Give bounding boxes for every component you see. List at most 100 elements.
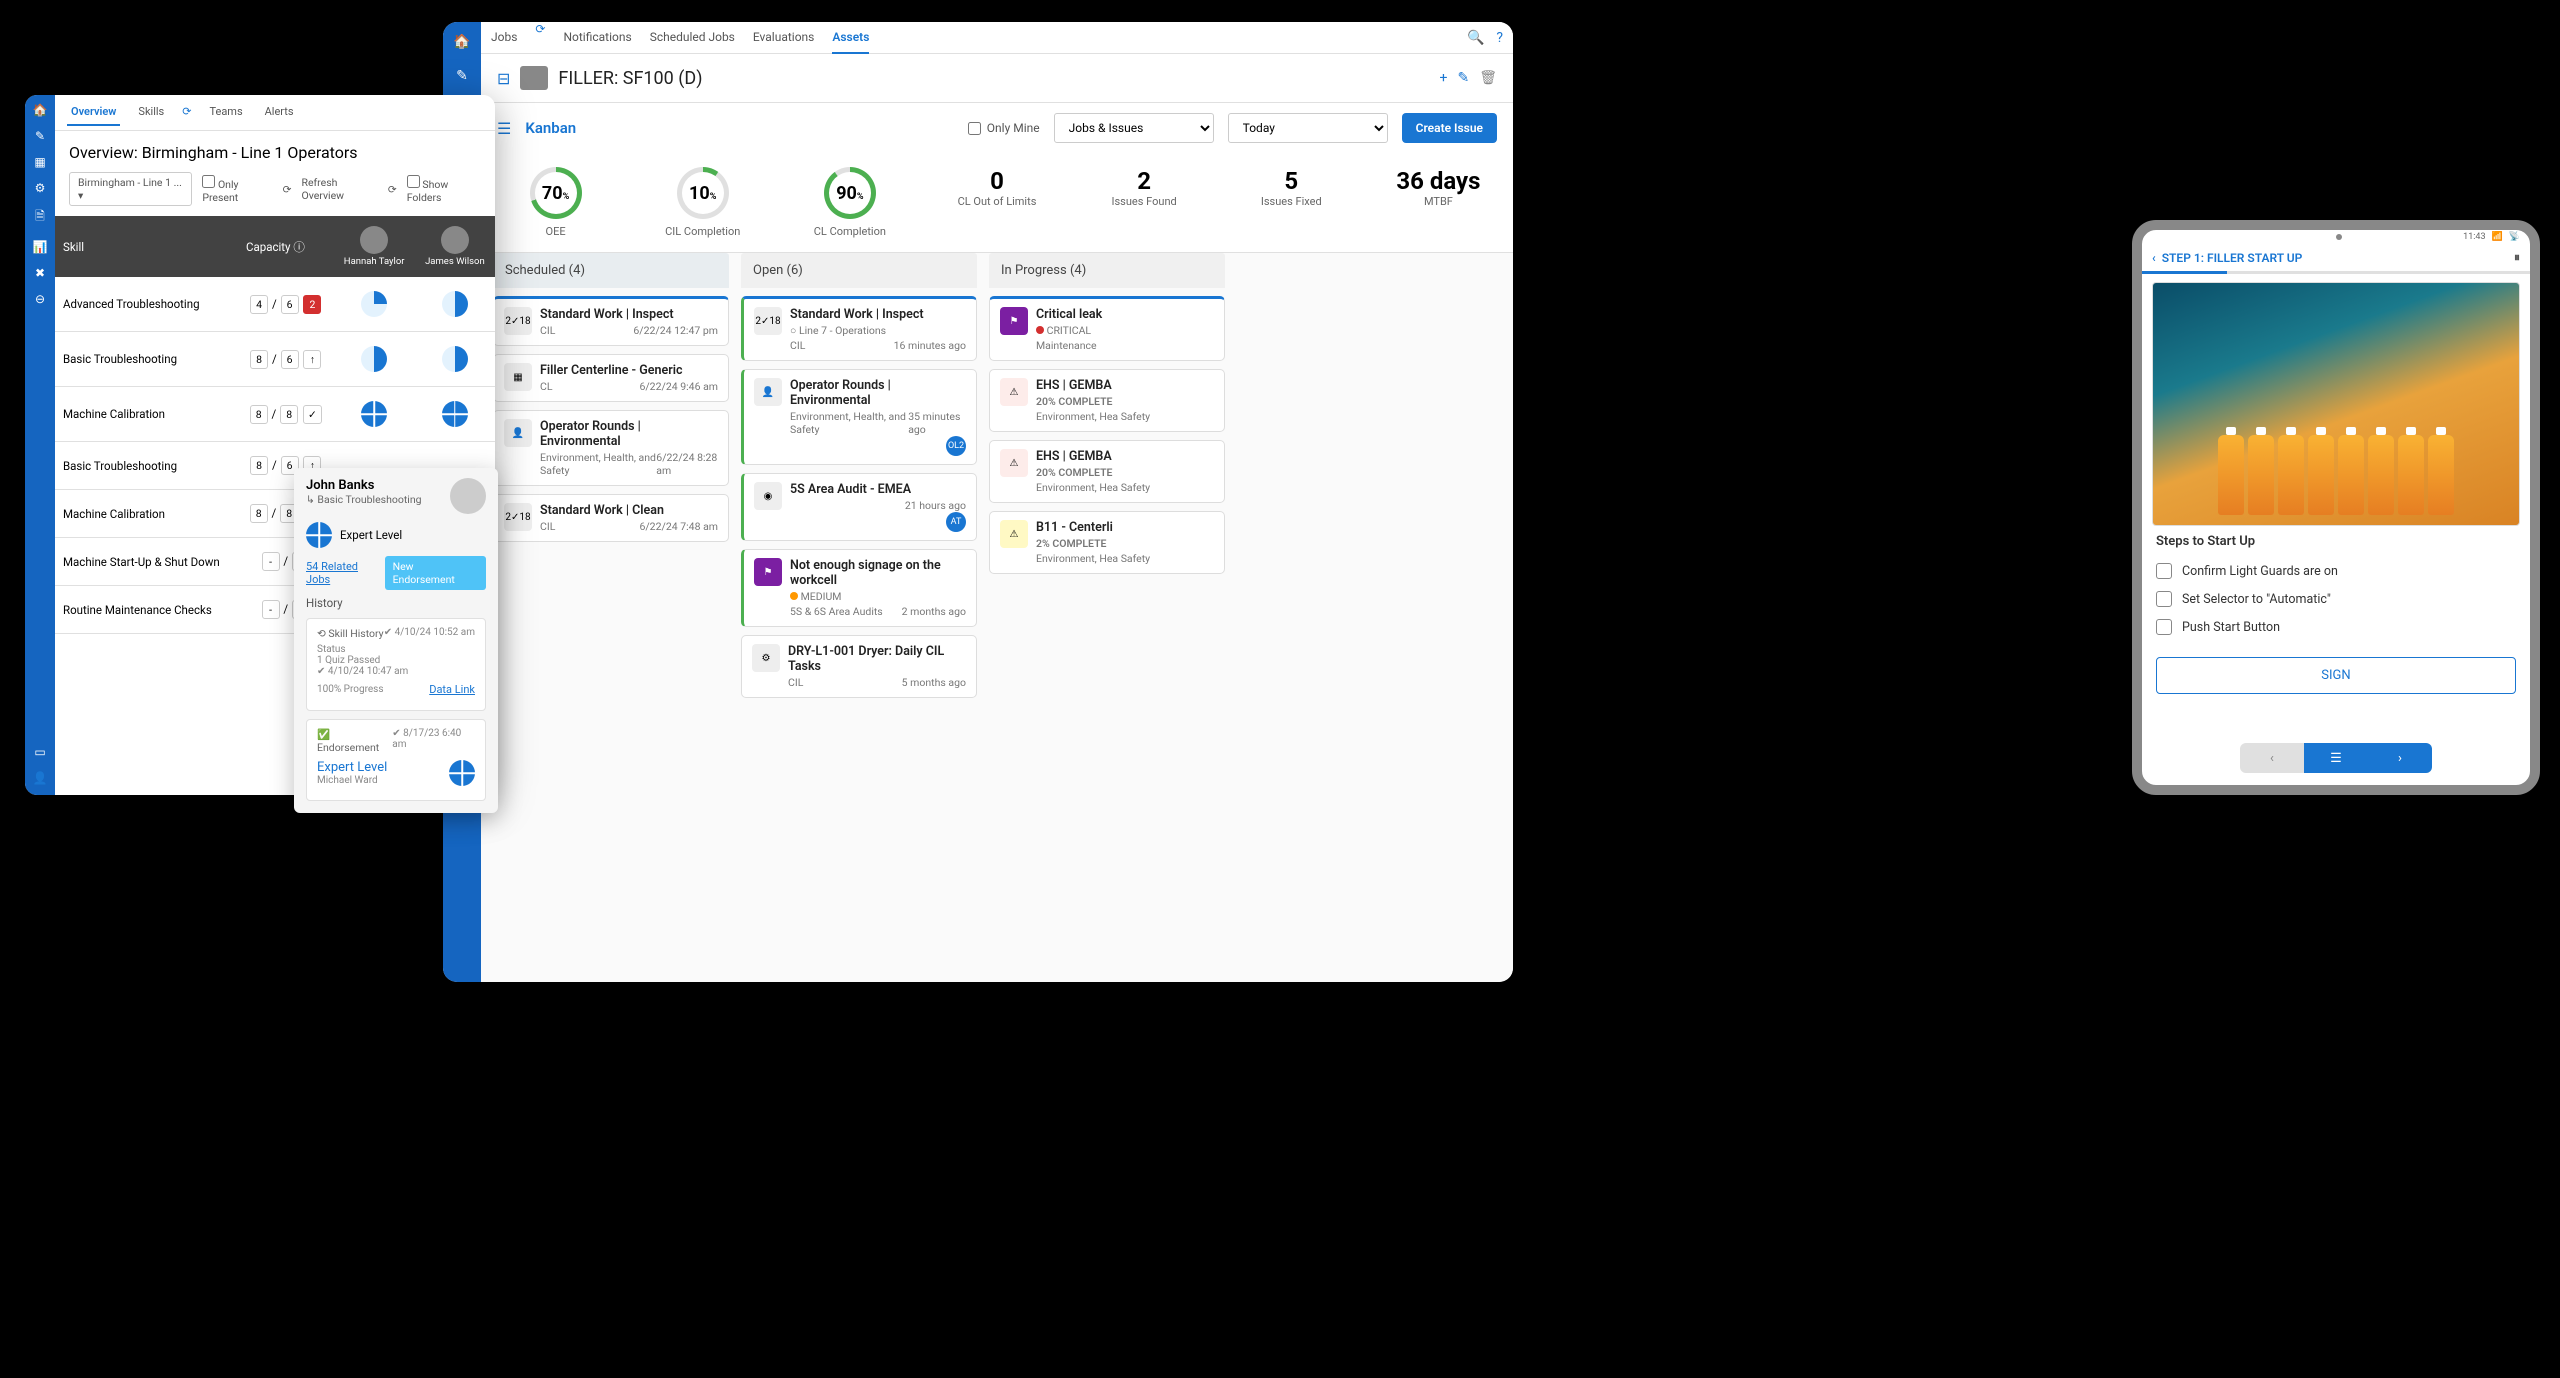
back-icon[interactable]: ‹	[2152, 251, 2156, 265]
metric-fixed: 5Issues Fixed	[1233, 167, 1350, 238]
kanban-toolbar: ☰ Kanban Only Mine Jobs & Issues Today C…	[481, 103, 1513, 153]
asset-title: FILLER: SF100 (D)	[558, 68, 702, 89]
filter-date-select[interactable]: Today	[1228, 113, 1388, 143]
metric-mtbf: 36 daysMTBF	[1380, 167, 1497, 238]
overview-toolbar: Birmingham - Line 1 ... ▾ Only Present ⟳…	[55, 168, 495, 216]
only-present-toggle[interactable]: Only Present	[202, 175, 272, 204]
tab-teams[interactable]: Teams	[205, 99, 246, 126]
tablet-statusbar: 11:43📶📡	[2142, 230, 2530, 244]
level-pie-icon	[306, 522, 332, 548]
kanban-card[interactable]: 2✓18Standard Work | CleanCIL6/22/24 7:48…	[493, 494, 729, 542]
home-icon[interactable]: 🏠	[452, 32, 472, 52]
chart-icon[interactable]: 📊	[33, 240, 48, 254]
level-label: Expert Level	[340, 528, 402, 542]
kanban-card[interactable]: ⚙DRY-L1-001 Dryer: Daily CIL TasksCIL5 m…	[741, 635, 977, 698]
pencil-icon[interactable]: ✎	[452, 66, 472, 86]
tools-icon[interactable]: ✖	[35, 266, 45, 280]
user-icon[interactable]: 👤	[33, 771, 48, 785]
tab-jobs[interactable]: Jobs	[491, 22, 517, 54]
col-header: In Progress (4)	[989, 253, 1225, 288]
tab-skills[interactable]: Skills	[134, 99, 168, 126]
table-row[interactable]: Basic Troubleshooting8 / 6 ↑	[55, 332, 495, 387]
kanban-card[interactable]: ⚠EHS | GEMBA20% COMPLETEEnvironment, Hea…	[989, 440, 1225, 503]
refresh-label[interactable]: Refresh Overview	[301, 176, 377, 202]
overview-tabs: Overview Skills ⟳ Teams Alerts	[55, 95, 495, 131]
refresh-icon[interactable]: ⟳	[182, 99, 191, 126]
metric-found: 2Issues Found	[1086, 167, 1203, 238]
refresh-icon[interactable]: ⟳	[388, 183, 397, 196]
pause-icon[interactable]: ⏸	[2514, 250, 2520, 265]
col-open: Open (6) 2✓18Standard Work | Inspect○ Li…	[741, 253, 977, 698]
table-row[interactable]: Machine Calibration8 / 8 ✓	[55, 387, 495, 442]
delete-icon[interactable]: 🗑	[1479, 70, 1497, 86]
new-endorsement-button[interactable]: New Endorsement	[385, 556, 486, 590]
minus-icon[interactable]: ⊖	[35, 292, 45, 306]
endorsement-card[interactable]: ✅ Endorsement✔ 8/17/23 6:40 am Expert Le…	[306, 719, 486, 801]
tab-evaluations[interactable]: Evaluations	[753, 22, 815, 54]
th-skill: Skill	[55, 216, 238, 277]
filter-type-select[interactable]: Jobs & Issues	[1054, 113, 1214, 143]
col-header: Scheduled (4)	[493, 253, 729, 288]
kanban-card[interactable]: ▦Filler Centerline - GenericCL6/22/24 9:…	[493, 354, 729, 402]
menu-icon[interactable]: ☰	[497, 119, 511, 138]
sign-button[interactable]: SIGN	[2156, 657, 2516, 694]
tab-notifications[interactable]: Notifications	[563, 22, 631, 54]
checklist-item[interactable]: Push Start Button	[2156, 613, 2516, 641]
edit-icon[interactable]: ✎	[1457, 70, 1469, 86]
grid-icon[interactable]: ▦	[34, 155, 45, 169]
th-capacity: Capacity ⓘ	[238, 216, 334, 277]
th-person: Hannah Taylor	[334, 216, 415, 277]
kanban-card[interactable]: 👤Operator Rounds | EnvironmentalEnvironm…	[493, 410, 729, 486]
only-mine-toggle[interactable]: Only Mine	[968, 121, 1040, 135]
refresh-icon[interactable]: ⟳	[283, 183, 292, 196]
file-icon[interactable]: 🗎	[35, 207, 45, 228]
home-icon[interactable]: 🏠	[33, 103, 48, 117]
card-icon[interactable]: ▭	[34, 745, 45, 759]
col-scheduled: Scheduled (4) 2✓18Standard Work | Inspec…	[493, 253, 729, 698]
menu-button[interactable]: ☰	[2304, 743, 2368, 773]
th-person: James Wilson	[415, 216, 495, 277]
checklist-item[interactable]: Confirm Light Guards are on	[2156, 557, 2516, 585]
checklist-item[interactable]: Set Selector to "Automatic"	[2156, 585, 2516, 613]
show-folders-toggle[interactable]: Show Folders	[407, 175, 481, 204]
kanban-card[interactable]: ⚑Critical leak CRITICALMaintenance	[989, 296, 1225, 361]
tree-icon[interactable]: ⊟	[497, 69, 510, 88]
skill-popover: John Banks ↳ Basic Troubleshooting Exper…	[294, 468, 498, 813]
table-row[interactable]: Advanced Troubleshooting4 / 6 2	[55, 277, 495, 332]
kanban-card[interactable]: 👤Operator Rounds | EnvironmentalEnvironm…	[741, 369, 977, 465]
help-icon[interactable]: ?	[1496, 30, 1503, 46]
next-button[interactable]: ›	[2368, 743, 2432, 773]
skill-history-card[interactable]: ⟲ Skill History✔ 4/10/24 10:52 am Status…	[306, 618, 486, 711]
location-chip[interactable]: Birmingham - Line 1 ... ▾	[69, 172, 192, 206]
sliders-icon[interactable]: ⚙	[35, 181, 46, 195]
tab-overview[interactable]: Overview	[67, 99, 120, 126]
tab-alerts[interactable]: Alerts	[261, 99, 298, 126]
tab-assets[interactable]: Assets	[832, 22, 869, 54]
popover-skill: ↳ Basic Troubleshooting	[306, 493, 422, 506]
asset-header: ⊟ FILLER: SF100 (D) + ✎ 🗑	[481, 54, 1513, 103]
kanban-card[interactable]: ⚠EHS | GEMBA20% COMPLETEEnvironment, Hea…	[989, 369, 1225, 432]
kanban-card[interactable]: ◉5S Area Audit - EMEA21 hours agoAT	[741, 473, 977, 541]
create-issue-button[interactable]: Create Issue	[1402, 113, 1497, 143]
pencil-icon[interactable]: ✎	[35, 129, 45, 143]
kanban-board: Scheduled (4) 2✓18Standard Work | Inspec…	[481, 253, 1513, 698]
wifi-icon: 📡	[2509, 232, 2520, 242]
refresh-icon[interactable]: ⟳	[535, 22, 545, 54]
kanban-card[interactable]: ⚑Not enough signage on the workcell MEDI…	[741, 549, 977, 627]
add-icon[interactable]: +	[1440, 70, 1448, 86]
step-image	[2152, 282, 2520, 526]
kanban-card[interactable]: 2✓18Standard Work | InspectCIL6/22/24 12…	[493, 296, 729, 346]
tab-scheduled[interactable]: Scheduled Jobs	[650, 22, 735, 54]
related-jobs-link[interactable]: 54 Related Jobs	[306, 560, 385, 586]
kanban-card[interactable]: 2✓18Standard Work | Inspect○ Line 7 - Op…	[741, 296, 977, 361]
search-icon[interactable]: 🔍	[1467, 30, 1484, 46]
col-progress: In Progress (4) ⚑Critical leak CRITICALM…	[989, 253, 1225, 698]
kanban-card[interactable]: ⚠B11 - Centerli2% COMPLETEEnvironment, H…	[989, 511, 1225, 574]
asset-image-icon	[520, 66, 548, 90]
camera-icon	[2336, 234, 2342, 240]
data-link[interactable]: Data Link	[429, 683, 475, 696]
main-tabs: Jobs ⟳ Notifications Scheduled Jobs Eval…	[491, 22, 869, 54]
prev-button[interactable]: ‹	[2240, 743, 2304, 773]
tablet-device: 11:43📶📡 ‹ STEP 1: FILLER START UP ⏸ Step…	[2132, 220, 2540, 795]
metric-cil: 10%CIL Completion	[644, 167, 761, 238]
